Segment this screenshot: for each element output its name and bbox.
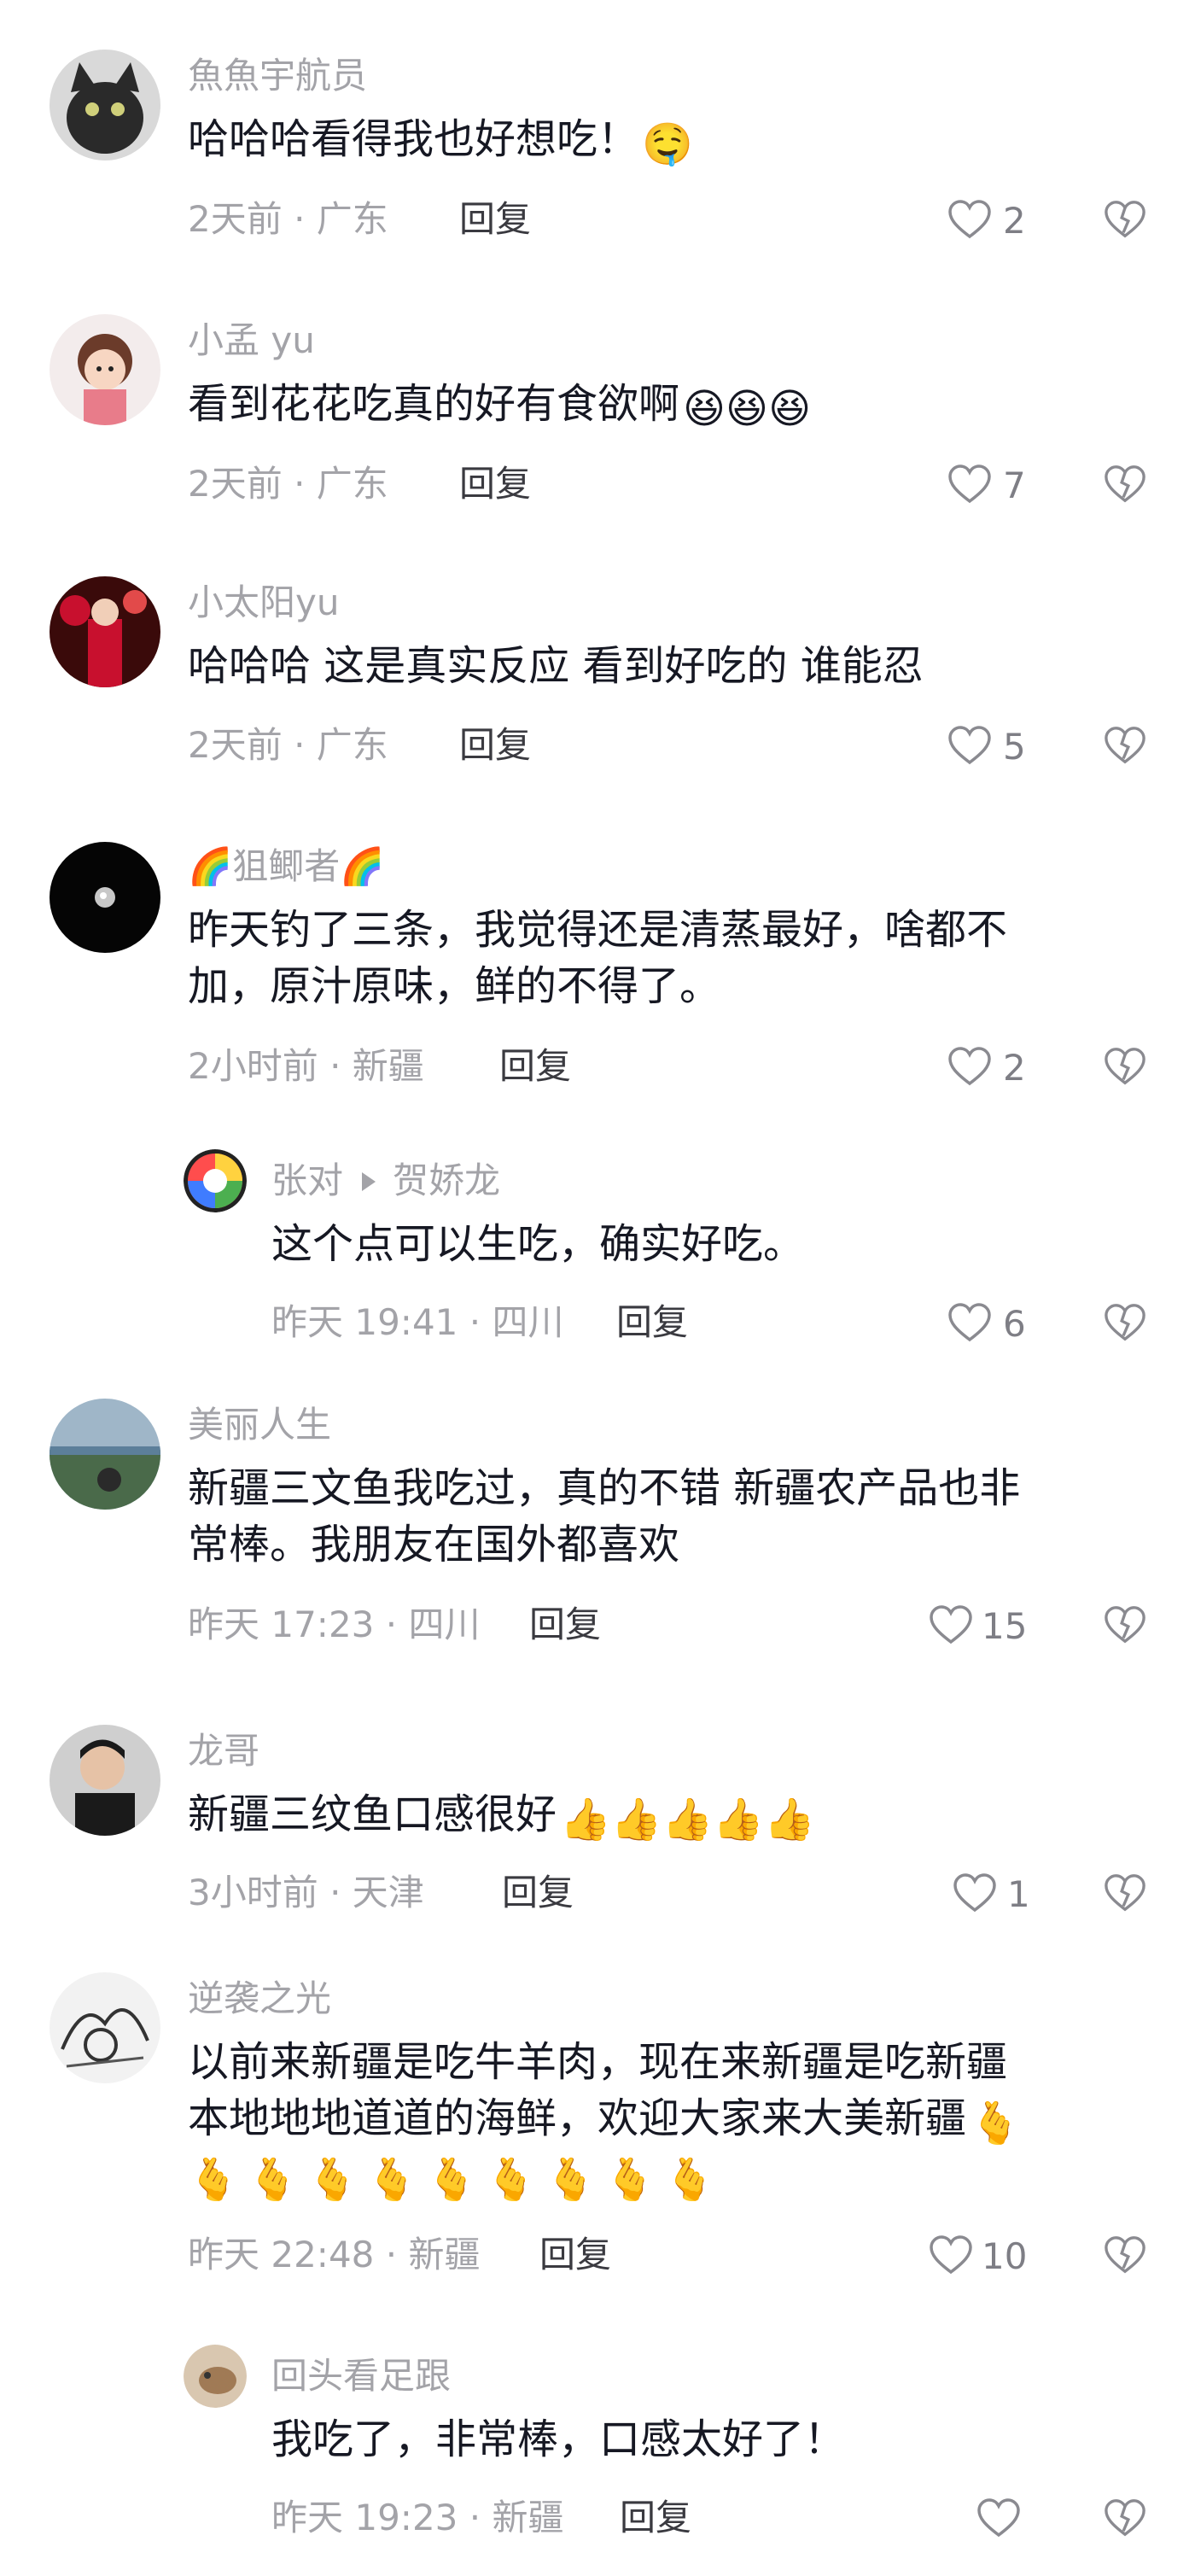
dislike-icon[interactable] — [1104, 2234, 1146, 2275]
avatar[interactable] — [50, 576, 160, 687]
like-count: 2 — [1003, 1047, 1026, 1089]
heart-icon[interactable] — [976, 2497, 1021, 2538]
heart-icon[interactable] — [947, 1046, 992, 1087]
username[interactable]: 回头看足跟 — [271, 2358, 451, 2394]
avatar[interactable] — [50, 1725, 160, 1836]
reply-button[interactable]: 回复 — [616, 1305, 688, 1341]
comment-text-line: 新疆三文鱼我吃过，真的不错 新疆农产品也非 — [188, 1464, 1021, 1512]
finger-heart-emoji-row: 🫰🫰🫰🫰🫰🫰🫰🫰🫰 — [188, 2156, 724, 2204]
comment-text: 新疆三文鱼我吃过，真的不错 新疆农产品也非 常棒。我朋友在国外都喜欢 — [188, 1460, 1161, 1573]
comment-text: 哈哈哈 这是真实反应 看到好吃的 谁能忍 — [188, 642, 924, 690]
dislike-icon[interactable] — [1104, 1046, 1146, 1087]
heart-icon[interactable] — [947, 199, 992, 240]
dislike-icon[interactable] — [1104, 1302, 1146, 1343]
reply-target[interactable]: 贺娇龙 — [393, 1159, 500, 1201]
username[interactable]: 美丽人生 — [188, 1407, 331, 1443]
username[interactable]: 龙哥 — [188, 1733, 259, 1769]
comment-text-line: 本地地地道道的海鲜，欢迎大家来大美新疆🫰 — [188, 2090, 1178, 2152]
reply-button[interactable]: 回复 — [502, 1875, 574, 1911]
reply-author[interactable]: 张对 — [271, 1159, 343, 1201]
laughing-emoji-icon: 😆😆😆 — [683, 385, 812, 433]
heart-icon[interactable] — [947, 464, 992, 505]
comment-meta: 2天前 · 广东 — [188, 463, 388, 505]
heart-icon[interactable] — [953, 1872, 997, 1913]
avatar[interactable] — [50, 314, 160, 425]
like-count: 5 — [1003, 726, 1026, 768]
avatar[interactable] — [50, 1972, 160, 2083]
reply-button[interactable]: 回复 — [459, 727, 531, 763]
heart-icon[interactable] — [947, 725, 992, 766]
like-count: 1 — [1007, 1873, 1030, 1915]
finger-heart-emoji-icon: 🫰 — [970, 2100, 1021, 2147]
comment-meta: 昨天 22:48 · 新疆 — [188, 2234, 481, 2275]
username[interactable]: 小孟 yu — [188, 323, 315, 359]
reply-button[interactable]: 回复 — [539, 2237, 611, 2273]
drooling-emoji-icon: 🤤 — [642, 120, 693, 168]
comment-text: 这个点可以生吃，确实好吃。 — [271, 1220, 805, 1268]
comment-text-line: 昨天钓了三条，我觉得还是清蒸最好，啥都不 — [188, 906, 1008, 954]
reply-button[interactable]: 回复 — [459, 202, 531, 237]
comment-text: 新疆三纹鱼口感很好👍👍👍👍👍 — [188, 1786, 815, 1848]
comment-meta: 2天前 · 广东 — [188, 198, 388, 240]
username[interactable]: 小太阳yu — [188, 585, 339, 621]
avatar[interactable] — [50, 50, 160, 161]
heart-icon[interactable] — [947, 1302, 992, 1343]
dislike-icon[interactable] — [1104, 199, 1146, 240]
dislike-icon[interactable] — [1104, 2497, 1146, 2538]
comment-meta: 3小时前 · 天津 — [188, 1872, 424, 1913]
avatar[interactable] — [184, 1149, 247, 1212]
reply-button[interactable]: 回复 — [499, 1049, 571, 1084]
comment-meta: 昨天 17:23 · 四川 — [188, 1603, 481, 1645]
comment-text: 哈哈哈看得我也好想吃！🤤 — [188, 111, 693, 172]
comment-text-line: 加，原汁原味，鲜的不得了。 — [188, 962, 721, 1010]
comment-text: 我吃了，非常棒，口感太好了！ — [271, 2415, 846, 2463]
username[interactable]: 逆袭之光 — [188, 1981, 331, 2017]
username[interactable]: 🌈狙鲫者🌈 — [188, 849, 385, 885]
dislike-icon[interactable] — [1104, 464, 1146, 505]
comment-text: 看到花花吃真的好有食欲啊😆😆😆 — [188, 376, 811, 437]
heart-icon[interactable] — [929, 2234, 973, 2275]
dislike-icon[interactable] — [1104, 1604, 1146, 1645]
reply-arrow-icon — [362, 1171, 376, 1191]
reply-button[interactable]: 回复 — [459, 466, 531, 502]
avatar[interactable] — [184, 2345, 247, 2408]
comment-text-line: 以前来新疆是吃牛羊肉，现在来新疆是吃新疆 — [188, 2038, 1008, 2086]
like-count: 6 — [1003, 1303, 1026, 1345]
reply-button[interactable]: 回复 — [620, 2500, 691, 2536]
comment-text: 昨天钓了三条，我觉得还是清蒸最好，啥都不 加，原汁原味，鲜的不得了。 — [188, 902, 1161, 1014]
comment-text: 以前来新疆是吃牛羊肉，现在来新疆是吃新疆 本地地地道道的海鲜，欢迎大家来大美新疆… — [188, 2034, 1178, 2208]
avatar[interactable] — [50, 842, 160, 953]
reply-button[interactable]: 回复 — [529, 1607, 601, 1643]
like-count: 10 — [982, 2235, 1028, 2277]
comment-meta: 昨天 19:23 · 新疆 — [271, 2497, 564, 2538]
comment-meta: 2小时前 · 新疆 — [188, 1045, 424, 1087]
username[interactable]: 魚魚宇航员 — [188, 58, 367, 94]
comment-meta: 昨天 19:41 · 四川 — [271, 1301, 564, 1343]
dislike-icon[interactable] — [1104, 725, 1146, 766]
heart-icon[interactable] — [929, 1604, 973, 1645]
like-count: 7 — [1003, 464, 1026, 506]
thumbs-up-emoji-icon: 👍👍👍👍👍 — [560, 1796, 815, 1843]
comment-meta: 2天前 · 广东 — [188, 724, 388, 766]
username: 张对 贺娇龙 — [271, 1163, 500, 1199]
like-count: 2 — [1003, 200, 1026, 242]
like-count: 15 — [982, 1605, 1028, 1647]
avatar[interactable] — [50, 1399, 160, 1510]
dislike-icon[interactable] — [1104, 1872, 1146, 1913]
comment-text-line: 常棒。我朋友在国外都喜欢 — [188, 1521, 680, 1568]
